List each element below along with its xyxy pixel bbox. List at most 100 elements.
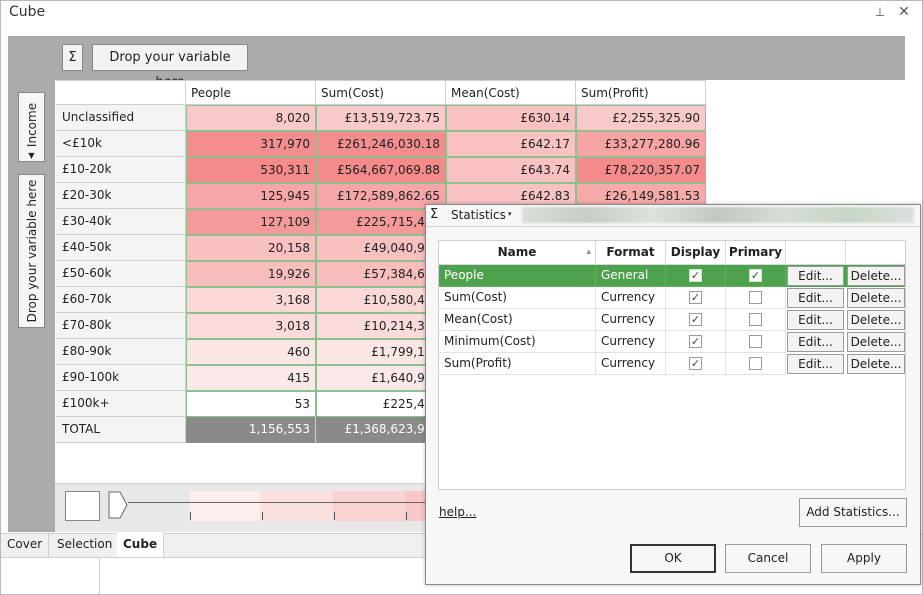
statistic-format: General	[596, 265, 666, 287]
display-checkbox[interactable]: ✓	[689, 357, 702, 370]
slider-thumb-icon[interactable]	[108, 491, 128, 519]
grid-cell[interactable]: 530,311	[186, 157, 316, 183]
dropdown-caret-icon[interactable]: ▾	[508, 210, 512, 218]
edit-statistic-button[interactable]: Edit...	[787, 288, 844, 308]
apply-button[interactable]: Apply	[821, 544, 907, 573]
row-header[interactable]: £20-30k	[56, 183, 186, 209]
display-cell: ✓	[666, 331, 726, 353]
cancel-button[interactable]: Cancel	[725, 544, 811, 573]
tab-cube[interactable]: Cube	[117, 533, 165, 557]
grid-cell[interactable]: £13,519,723.75	[316, 105, 446, 131]
close-icon[interactable]: ✕	[895, 3, 913, 21]
total-row-header[interactable]: TOTAL	[56, 417, 186, 443]
primary-checkbox[interactable]	[749, 357, 762, 370]
delete-statistic-button[interactable]: Delete...	[847, 266, 905, 286]
row-header[interactable]: £90-100k	[56, 365, 186, 391]
tab-selection[interactable]: Selection	[51, 533, 120, 557]
income-variable-button[interactable]: Income ▼	[18, 92, 45, 162]
row-header[interactable]: £30-40k	[56, 209, 186, 235]
help-link[interactable]: help...	[439, 505, 476, 519]
row-header[interactable]: Unclassified	[56, 105, 186, 131]
delete-statistic-button[interactable]: Delete...	[847, 354, 905, 374]
statistics-sigma-button[interactable]: Σ	[62, 44, 83, 71]
edit-statistic-button[interactable]: Edit...	[787, 310, 844, 330]
color-swatch[interactable]	[65, 491, 100, 521]
grid-cell[interactable]: 19,926	[186, 261, 316, 287]
display-checkbox[interactable]: ✓	[689, 313, 702, 326]
row-header[interactable]: £70-80k	[56, 313, 186, 339]
primary-checkbox[interactable]: ✓	[749, 269, 762, 282]
grid-cell[interactable]: 127,109	[186, 209, 316, 235]
grid-cell[interactable]: £261,246,030.18	[316, 131, 446, 157]
primary-checkbox[interactable]	[749, 335, 762, 348]
display-checkbox[interactable]: ✓	[689, 335, 702, 348]
primary-checkbox[interactable]	[749, 313, 762, 326]
delete-statistic-button[interactable]: Delete...	[847, 332, 905, 352]
dialog-title[interactable]: Statistics	[451, 208, 506, 222]
row-header[interactable]: £80-90k	[56, 339, 186, 365]
grid-cell[interactable]: 20,158	[186, 235, 316, 261]
grid-cell[interactable]: 53	[186, 391, 316, 417]
pin-icon[interactable]: ⊥	[871, 3, 889, 21]
statistic-row[interactable]: People General ✓ ✓ Edit... Delete...	[439, 265, 905, 287]
statistic-row[interactable]: Mean(Cost) Currency ✓ Edit... Delete...	[439, 309, 905, 331]
grid-cell[interactable]: 8,020	[186, 105, 316, 131]
statistic-format: Currency	[596, 287, 666, 309]
delete-statistic-button[interactable]: Delete...	[847, 288, 905, 308]
grid-cell[interactable]: 317,970	[186, 131, 316, 157]
grid-cell[interactable]: £2,255,325.90	[576, 105, 706, 131]
row-header[interactable]: £40-50k	[56, 235, 186, 261]
ok-button[interactable]: OK	[630, 544, 716, 573]
edit-statistic-button[interactable]: Edit...	[787, 332, 844, 352]
total-cell[interactable]: 1,156,553	[186, 417, 316, 443]
grid-cell[interactable]: £642.17	[446, 131, 576, 157]
statistic-name: Sum(Profit)	[439, 353, 596, 375]
grid-cell[interactable]: 415	[186, 365, 316, 391]
row-header[interactable]: £60-70k	[56, 287, 186, 313]
column-header[interactable]: Sum(Profit)	[576, 80, 706, 105]
statistic-name: Minimum(Cost)	[439, 331, 596, 353]
col-header-display[interactable]: Display	[666, 241, 726, 265]
display-checkbox[interactable]: ✓	[689, 291, 702, 304]
row-header[interactable]: £10-20k	[56, 157, 186, 183]
tab-cover[interactable]: Cover	[1, 533, 50, 557]
grid-cell[interactable]: 3,018	[186, 313, 316, 339]
edit-statistic-button[interactable]: Edit...	[787, 354, 844, 374]
column-header[interactable]: Sum(Cost)	[316, 80, 446, 105]
edit-statistic-button[interactable]: Edit...	[787, 266, 844, 286]
col-header-name[interactable]: Name ▴	[439, 241, 596, 265]
row-header[interactable]: £100k+	[56, 391, 186, 417]
grid-cell[interactable]: £33,277,280.96	[576, 131, 706, 157]
grid-cell[interactable]: £643.74	[446, 157, 576, 183]
display-checkbox[interactable]: ✓	[689, 269, 702, 282]
grid-cell[interactable]: 125,945	[186, 183, 316, 209]
row-header[interactable]: <£10k	[56, 131, 186, 157]
drop-row-label: Drop your variable here	[24, 179, 39, 323]
grid-cell[interactable]: 460	[186, 339, 316, 365]
statistic-row[interactable]: Sum(Cost) Currency ✓ Edit... Delete...	[439, 287, 905, 309]
column-header[interactable]: Mean(Cost)	[446, 80, 576, 105]
display-cell: ✓	[666, 287, 726, 309]
statistic-row[interactable]: Minimum(Cost) Currency ✓ Edit... Delete...	[439, 331, 905, 353]
grid-cell[interactable]: £630.14	[446, 105, 576, 131]
primary-cell	[726, 353, 786, 375]
drop-row-variable-button[interactable]: Drop your variable here	[18, 174, 45, 328]
col-header-format[interactable]: Format	[596, 241, 666, 265]
col-header-primary[interactable]: Primary	[726, 241, 786, 265]
col-header-edit	[786, 241, 846, 265]
statistic-row[interactable]: Sum(Profit) Currency ✓ Edit... Delete...	[439, 353, 905, 375]
statistic-name: Mean(Cost)	[439, 309, 596, 331]
primary-checkbox[interactable]	[749, 291, 762, 304]
grid-cell[interactable]: £78,220,357.07	[576, 157, 706, 183]
grid-cell[interactable]: 3,168	[186, 287, 316, 313]
row-header[interactable]: £50-60k	[56, 261, 186, 287]
delete-statistic-button[interactable]: Delete...	[847, 310, 905, 330]
drop-column-variable-button[interactable]: Drop your variable here	[92, 44, 248, 90]
grid-cell[interactable]: £564,667,069.88	[316, 157, 446, 183]
slider-track[interactable]	[128, 502, 428, 503]
column-header[interactable]: People	[186, 80, 316, 105]
blurred-toolbar	[522, 207, 914, 223]
statistic-format: Currency	[596, 331, 666, 353]
sigma-icon: Σ	[430, 207, 439, 222]
add-statistics-button[interactable]: Add Statistics...	[799, 498, 907, 527]
